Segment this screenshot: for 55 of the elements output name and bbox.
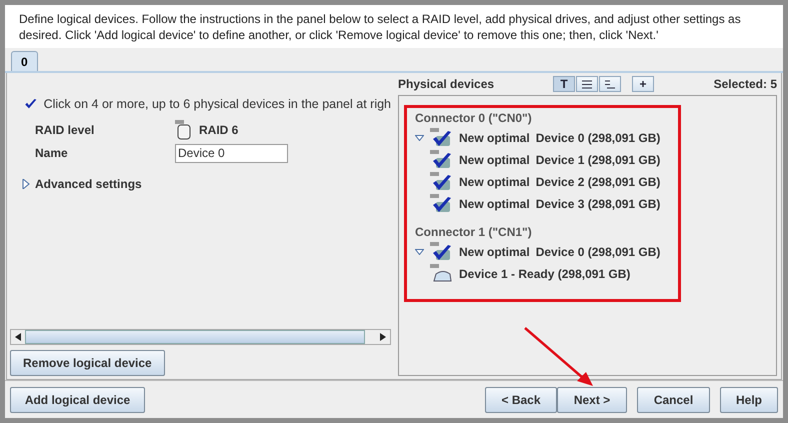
device-row[interactable]: New optimal Device 3 (298,091 GB) (415, 193, 776, 215)
scroll-left-icon[interactable] (15, 333, 21, 341)
help-button[interactable]: Help (720, 386, 778, 412)
view-button[interactable] (599, 76, 621, 92)
list-view-icon (582, 80, 592, 88)
drive-icon (429, 264, 453, 284)
advanced-settings-toggle[interactable]: Advanced settings (22, 174, 391, 193)
device-row[interactable]: Device 1 - Ready (298,091 GB) (415, 263, 776, 285)
device-label: Device 1 - Ready (298,091 GB) (459, 266, 630, 283)
disk-icon (175, 120, 191, 140)
cancel-button[interactable]: Cancel (637, 386, 710, 412)
drive-check-icon (429, 128, 453, 148)
physical-devices-title: Physical devices (398, 76, 496, 93)
device-row[interactable]: New optimal Device 0 (298,091 GB) (415, 127, 776, 149)
device-label: Device 0 (298,091 GB) (536, 244, 660, 261)
tab[interactable]: 0 (11, 51, 38, 71)
name-label: Name (35, 145, 69, 162)
selected-count: Selected: 5 (714, 76, 777, 93)
collapse-icon[interactable] (415, 249, 424, 255)
device-label: Device 0 (298,091 GB) (536, 130, 660, 147)
next-button[interactable]: Next > (557, 386, 627, 412)
remove-logical-device-button[interactable]: Remove logical device (10, 350, 165, 376)
drive-check-icon (429, 242, 453, 262)
hint-text: Click on 4 or more, up to 6 physical devices in the panel at righ (44, 96, 391, 113)
back-button[interactable]: < Back (485, 386, 557, 412)
instructions-text: Define logical devices. Follow the instructions in the panel below to select a RAID level, add physical drives, and adjust other settings as desired. Click 'Add logical device' to define another, or click 'Remove logical device' to remove this one; then, click 'Next.' (5, 5, 783, 48)
raid-level-value: RAID 6 (199, 122, 238, 139)
drive-check-icon (429, 194, 453, 214)
tree-view-icon (605, 80, 615, 88)
view-button[interactable]: T (553, 76, 575, 92)
connector-label: Connector 1 ("CN1") (415, 224, 533, 241)
pointer-arrow (523, 326, 595, 388)
expand-icon (22, 178, 30, 189)
connector-label: Connector 0 ("CN0") (415, 110, 533, 127)
device-row[interactable]: New optimal Device 1 (298,091 GB) (415, 149, 776, 171)
view-button[interactable]: + (632, 76, 654, 92)
name-field[interactable]: Device 0 (175, 144, 288, 163)
drive-check-icon (429, 150, 453, 170)
horizontal-scrollbar[interactable] (10, 329, 391, 345)
add-logical-device-button[interactable]: Add logical device (10, 386, 145, 412)
device-row[interactable]: New optimal Device 2 (298,091 GB) (415, 171, 776, 193)
device-label: Device 1 (298,091 GB) (536, 152, 660, 169)
device-status: New optimal (459, 152, 530, 169)
scroll-right-icon[interactable] (380, 333, 386, 341)
device-status: New optimal (459, 196, 530, 213)
device-status: New optimal (459, 174, 530, 191)
collapse-icon[interactable] (415, 135, 424, 141)
raid-level-label: RAID level (35, 122, 96, 139)
device-row[interactable]: New optimal Device 0 (298,091 GB) (415, 241, 776, 263)
device-status: New optimal (459, 130, 530, 147)
device-label: Device 3 (298,091 GB) (536, 196, 660, 213)
device-label: Device 2 (298,091 GB) (536, 174, 660, 191)
drive-check-icon (429, 172, 453, 192)
view-button[interactable] (576, 76, 598, 92)
device-status: New optimal (459, 244, 530, 261)
